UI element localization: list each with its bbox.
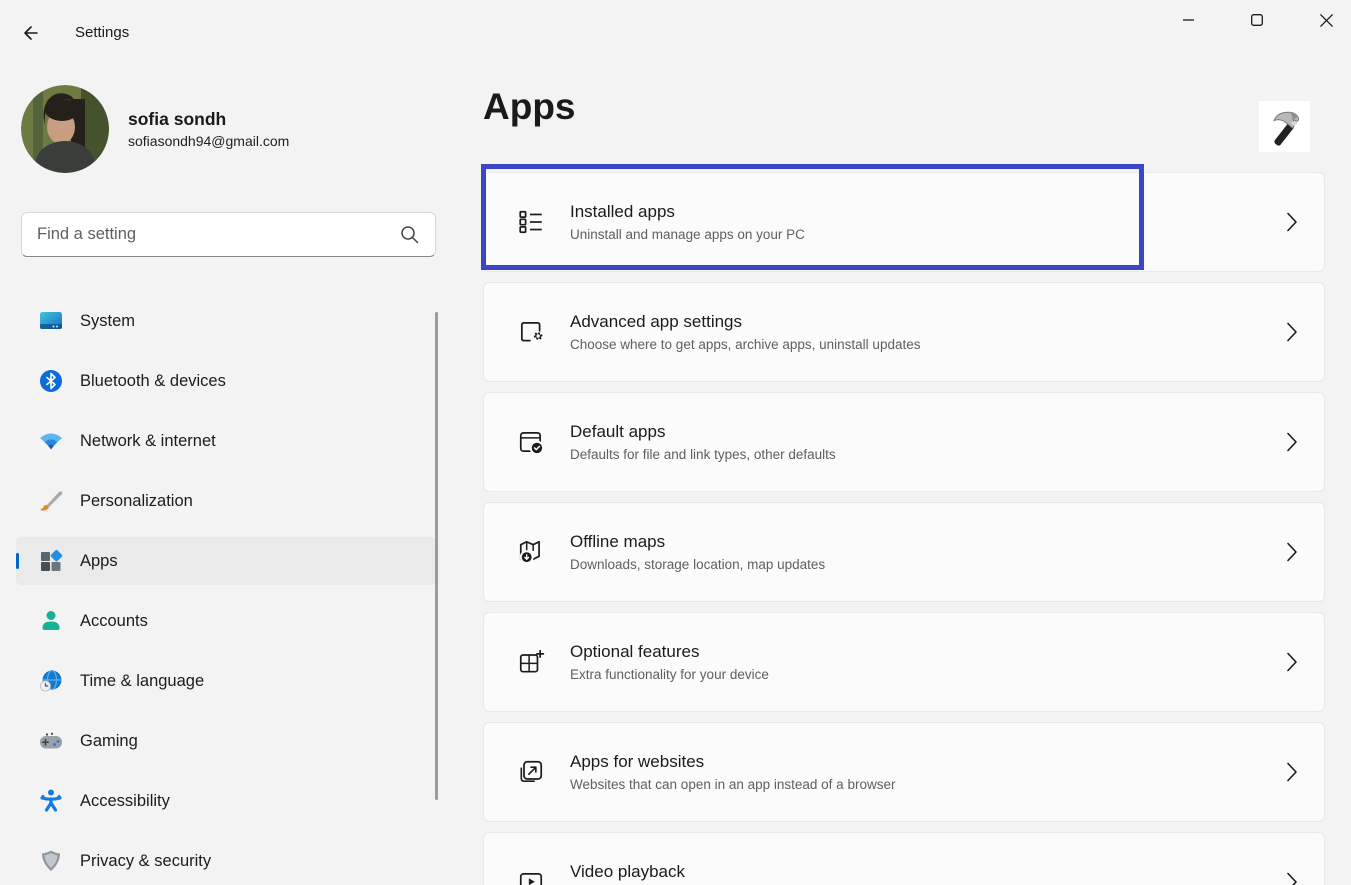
apps-for-websites-icon	[516, 757, 546, 787]
settings-card-offline-maps[interactable]: Offline maps Downloads, storage location…	[483, 502, 1325, 602]
settings-window: Settings	[0, 0, 1351, 885]
installed-apps-icon	[516, 207, 546, 237]
card-text: Offline maps Downloads, storage location…	[570, 530, 825, 575]
back-button[interactable]	[14, 18, 46, 48]
sidebar-item-privacy-security[interactable]: Privacy & security	[16, 837, 436, 885]
sidebar-item-network[interactable]: Network & internet	[16, 417, 436, 465]
sidebar-item-gaming[interactable]: Gaming	[16, 717, 436, 765]
card-text: Video playback	[570, 860, 685, 885]
sidebar-item-label: Personalization	[80, 492, 193, 511]
network-icon	[38, 428, 64, 454]
gaming-icon	[38, 728, 64, 754]
sidebar-item-accessibility[interactable]: Accessibility	[16, 777, 436, 825]
sidebar-item-apps[interactable]: Apps	[16, 537, 436, 585]
card-text: Default apps Defaults for file and link …	[570, 420, 836, 465]
sidebar-item-label: Privacy & security	[80, 852, 211, 871]
card-text: Optional features Extra functionality fo…	[570, 640, 769, 685]
settings-card-advanced-app-settings[interactable]: Advanced app settings Choose where to ge…	[483, 282, 1325, 382]
sidebar-item-personalization[interactable]: Personalization	[16, 477, 436, 525]
bluetooth-icon	[38, 368, 64, 394]
sidebar-item-time-language[interactable]: Time & language	[16, 657, 436, 705]
page-title: Apps	[483, 84, 576, 130]
sidebar-item-system[interactable]: System	[16, 297, 436, 345]
settings-card-video-playback[interactable]: Video playback	[483, 832, 1325, 885]
settings-card-list: Installed apps Uninstall and manage apps…	[483, 172, 1325, 885]
card-text: Advanced app settings Choose where to ge…	[570, 310, 920, 355]
sidebar: sofia sondh sofiasondh94@gmail.com	[0, 48, 460, 885]
default-apps-icon	[516, 427, 546, 457]
card-subtitle: Downloads, storage location, map updates	[570, 555, 825, 575]
sidebar-item-bluetooth[interactable]: Bluetooth & devices	[16, 357, 436, 405]
card-title: Optional features	[570, 640, 769, 663]
card-subtitle: Websites that can open in an app instead…	[570, 775, 895, 795]
sidebar-item-label: System	[80, 312, 135, 331]
system-icon	[38, 308, 64, 334]
back-arrow-icon	[20, 23, 40, 43]
card-title: Default apps	[570, 420, 836, 443]
user-profile[interactable]: sofia sondh sofiasondh94@gmail.com	[21, 85, 421, 173]
apps-icon	[38, 548, 64, 574]
chevron-right-icon	[1286, 872, 1298, 885]
card-title: Installed apps	[570, 200, 805, 223]
settings-card-default-apps[interactable]: Default apps Defaults for file and link …	[483, 392, 1325, 492]
chevron-right-icon	[1286, 652, 1298, 672]
chevron-right-icon	[1286, 762, 1298, 782]
settings-card-optional-features[interactable]: Optional features Extra functionality fo…	[483, 612, 1325, 712]
profile-text: sofia sondh sofiasondh94@gmail.com	[128, 107, 289, 151]
avatar	[21, 85, 109, 173]
card-title: Advanced app settings	[570, 310, 920, 333]
video-playback-icon	[516, 867, 546, 885]
optional-features-icon	[516, 647, 546, 677]
sidebar-nav: System Bluetooth & devices	[16, 297, 436, 885]
card-title: Apps for websites	[570, 750, 895, 773]
sidebar-item-label: Gaming	[80, 732, 138, 751]
main-content: Apps	[483, 0, 1325, 885]
sidebar-item-label: Time & language	[80, 672, 204, 691]
privacy-security-icon	[38, 848, 64, 874]
card-title: Offline maps	[570, 530, 825, 553]
card-text: Apps for websites Websites that can open…	[570, 750, 895, 795]
profile-name: sofia sondh	[128, 107, 289, 131]
card-subtitle: Defaults for file and link types, other …	[570, 445, 836, 465]
advanced-app-settings-icon	[516, 317, 546, 347]
sidebar-scrollbar[interactable]	[435, 312, 438, 800]
time-language-icon	[38, 668, 64, 694]
sidebar-item-label: Accounts	[80, 612, 148, 631]
card-title: Video playback	[570, 860, 685, 883]
chevron-right-icon	[1286, 542, 1298, 562]
hammer-cursor-icon	[1259, 101, 1310, 152]
search-icon	[399, 224, 421, 246]
offline-maps-icon	[516, 537, 546, 567]
card-subtitle: Choose where to get apps, archive apps, …	[570, 335, 920, 355]
search-box	[21, 212, 436, 257]
accessibility-icon	[38, 788, 64, 814]
profile-email: sofiasondh94@gmail.com	[128, 131, 289, 151]
window-title: Settings	[75, 24, 129, 41]
card-subtitle: Extra functionality for your device	[570, 665, 769, 685]
card-subtitle: Uninstall and manage apps on your PC	[570, 225, 805, 245]
chevron-right-icon	[1286, 322, 1298, 342]
chevron-right-icon	[1286, 212, 1298, 232]
sidebar-item-accounts[interactable]: Accounts	[16, 597, 436, 645]
settings-card-apps-for-websites[interactable]: Apps for websites Websites that can open…	[483, 722, 1325, 822]
accounts-icon	[38, 608, 64, 634]
sidebar-item-label: Bluetooth & devices	[80, 372, 226, 391]
search-input[interactable]	[22, 225, 399, 244]
personalization-icon	[38, 488, 64, 514]
chevron-right-icon	[1286, 432, 1298, 452]
sidebar-item-label: Network & internet	[80, 432, 216, 451]
sidebar-item-label: Apps	[80, 552, 118, 571]
selected-accent-bar	[16, 553, 19, 569]
sidebar-item-label: Accessibility	[80, 792, 170, 811]
settings-card-installed-apps[interactable]: Installed apps Uninstall and manage apps…	[483, 172, 1325, 272]
card-text: Installed apps Uninstall and manage apps…	[570, 200, 805, 245]
